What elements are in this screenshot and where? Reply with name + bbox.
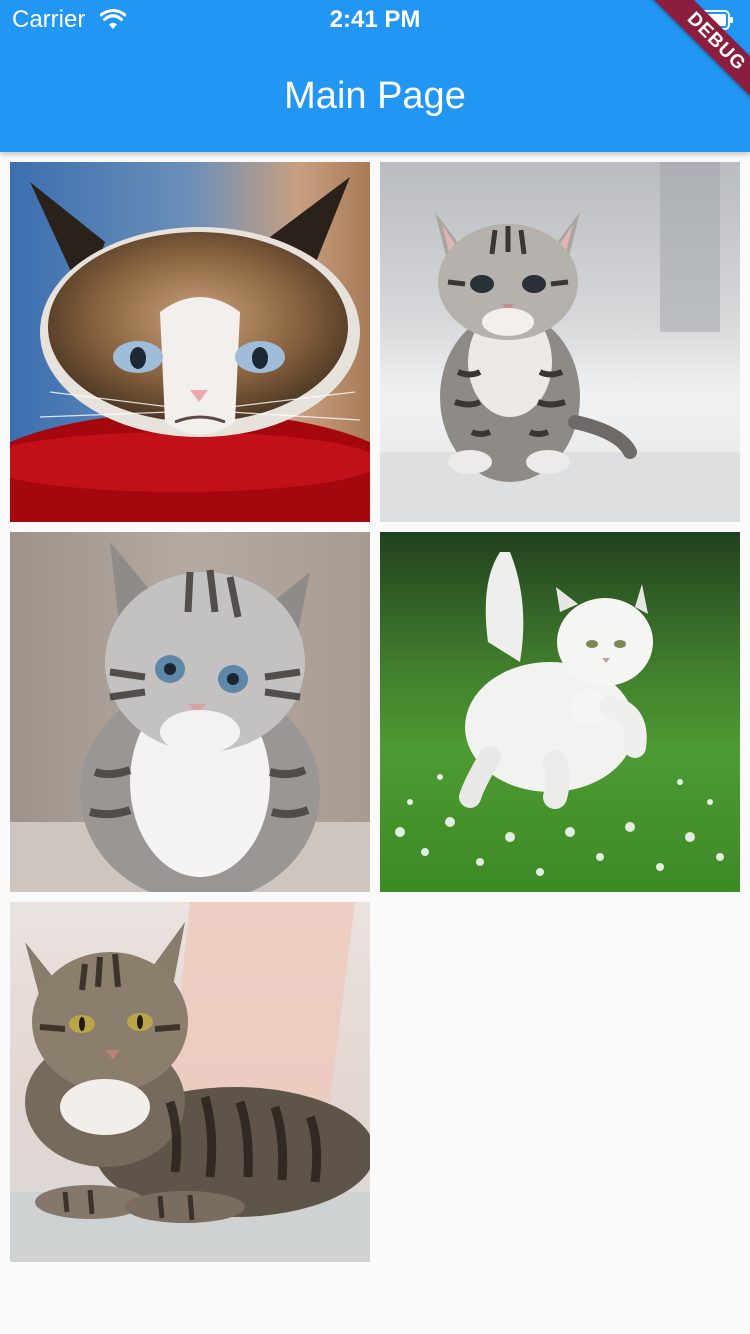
fluffy-kitten-photo[interactable] <box>10 532 370 892</box>
status-time: 2:41 PM <box>329 6 421 33</box>
app-bar: Carrier 2:41 PM Main Page DEBUG <box>0 0 750 152</box>
status-bar: Carrier 2:41 PM <box>0 0 750 40</box>
tabby-kitten-standing-photo[interactable] <box>380 162 740 522</box>
page-title: Main Page <box>284 75 466 117</box>
grumpy-cat-photo[interactable] <box>10 162 370 522</box>
white-cat-in-grass-photo[interactable] <box>380 532 740 892</box>
tabby-cat-lying-photo[interactable] <box>10 902 370 1262</box>
